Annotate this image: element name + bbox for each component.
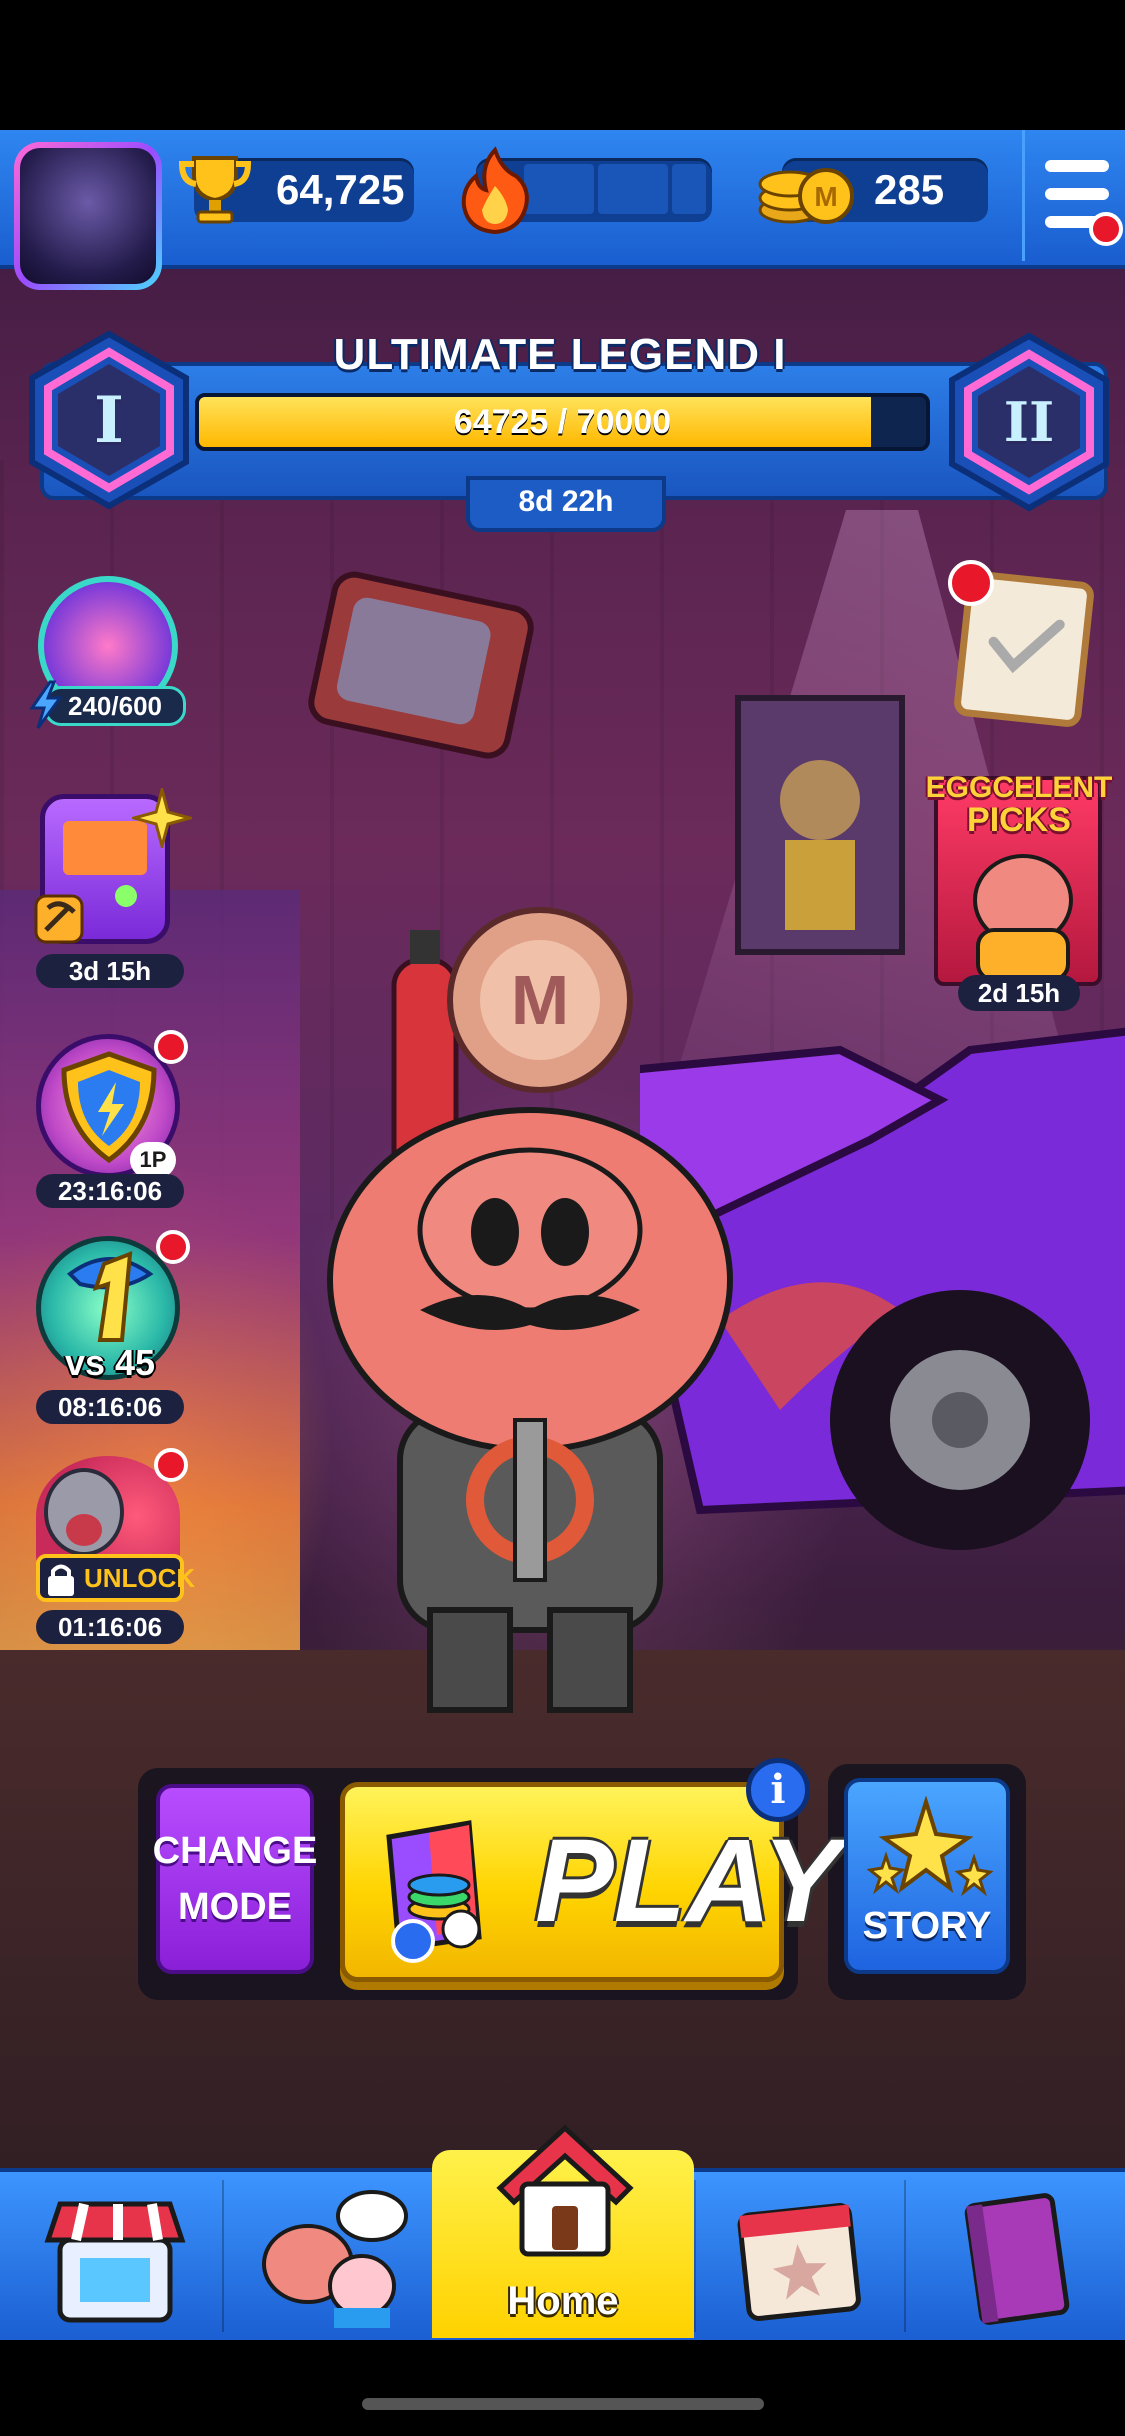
streak-segment	[598, 164, 668, 214]
notification-dot	[1089, 212, 1123, 246]
calendar-icon	[737, 2203, 861, 2321]
player-avatar[interactable]	[14, 142, 162, 290]
unlock-label: UNLOCK	[84, 1563, 196, 1593]
story-label: STORY	[862, 1905, 992, 1947]
change-mode-label-1: CHANGE	[152, 1830, 318, 1872]
belt-medallion-prop: M	[447, 907, 633, 1093]
info-button[interactable]: i	[746, 1758, 810, 1822]
svg-text:M: M	[511, 961, 569, 1039]
game-home-screen: M 64,725 285 M ULTIMATE LEGEND I 64725 /…	[0, 0, 1125, 2436]
home-indicator[interactable]	[362, 2398, 764, 2410]
streak-segment	[524, 164, 594, 214]
home-icon	[496, 2124, 634, 2257]
home-label: Home	[507, 2279, 619, 2323]
event-timer: 3d 15h	[36, 954, 184, 988]
wolf-icon	[44, 1468, 124, 1556]
pig-mechanic-character	[327, 1107, 733, 1713]
tab-social[interactable]	[224, 2172, 432, 2340]
vs-label: vs 45	[64, 1342, 156, 1383]
notification-dot	[154, 1030, 188, 1064]
lock-icon	[48, 1564, 74, 1596]
svg-text:M: M	[814, 181, 837, 212]
trophy-count: 64,725	[276, 166, 405, 213]
event-button[interactable]: 3d 15h	[30, 788, 192, 994]
unlock-timer: 01:16:06	[36, 1610, 184, 1644]
current-rank-badge[interactable]	[24, 330, 194, 510]
picks-character-icon	[973, 854, 1073, 980]
game-mode-icon	[386, 1820, 482, 1963]
tv-prop	[308, 571, 534, 759]
play-label: PLAY	[535, 1815, 841, 1947]
pass-timer: 23:16:06	[36, 1174, 184, 1208]
notification-dot	[154, 1448, 188, 1482]
streak-segment	[672, 164, 706, 214]
tab-shop[interactable]	[0, 2172, 222, 2340]
lightning-icon	[29, 680, 63, 729]
rank-progress-bar: 64725 / 70000	[195, 393, 930, 451]
rank-time-left: 8d 22h	[466, 476, 666, 532]
number-one-icon	[66, 1250, 154, 1342]
wrestler-poster-prop	[735, 695, 905, 955]
rank-progress-text: 64725 / 70000	[453, 403, 672, 441]
top-bar: 64,725 285 M	[0, 130, 1125, 290]
pass-badge: 1P	[130, 1142, 176, 1178]
sparkle-icon	[132, 788, 192, 848]
menu-button[interactable]	[1022, 130, 1125, 261]
energy-card-button[interactable]: 240/600	[29, 576, 190, 729]
vs-timer: 08:16:06	[36, 1390, 184, 1424]
play-button[interactable]: PLAY	[340, 1782, 841, 1982]
season-pass-button[interactable]: 1P 23:16:06	[30, 1030, 190, 1216]
notification-dot	[156, 1230, 190, 1264]
tab-home[interactable]: Home	[432, 2124, 694, 2338]
notification-dot	[948, 560, 994, 606]
change-mode-button[interactable]: CHANGE MODE	[153, 1784, 317, 1974]
coins-icon: M	[758, 168, 854, 224]
picks-timer: 2d 15h	[958, 975, 1080, 1011]
pickaxe-icon	[34, 894, 84, 944]
unlock-badge: UNLOCK	[36, 1554, 195, 1602]
change-mode-label-2: MODE	[178, 1886, 292, 1928]
picks-title: EGGCELENT PICKS	[925, 771, 1113, 839]
menu-icon	[1045, 160, 1109, 172]
locked-reward-button[interactable]: UNLOCK 01:16:06	[30, 1448, 195, 1650]
friends-icon	[262, 2190, 408, 2328]
trophy-icon	[178, 156, 252, 224]
shop-icon	[44, 2201, 186, 2323]
versus-event-button[interactable]: vs 45 08:16:06	[30, 1230, 190, 1430]
flame-icon	[461, 146, 529, 234]
stars-icon	[866, 1796, 994, 1897]
book-icon	[964, 2193, 1070, 2325]
tab-events[interactable]	[696, 2172, 904, 2340]
rank-title: ULTIMATE LEGEND I	[333, 330, 787, 379]
coin-count: 285	[874, 166, 945, 213]
next-rank-badge[interactable]	[944, 332, 1114, 512]
story-button[interactable]: STORY	[844, 1778, 1010, 1974]
tab-collection[interactable]	[906, 2172, 1125, 2340]
